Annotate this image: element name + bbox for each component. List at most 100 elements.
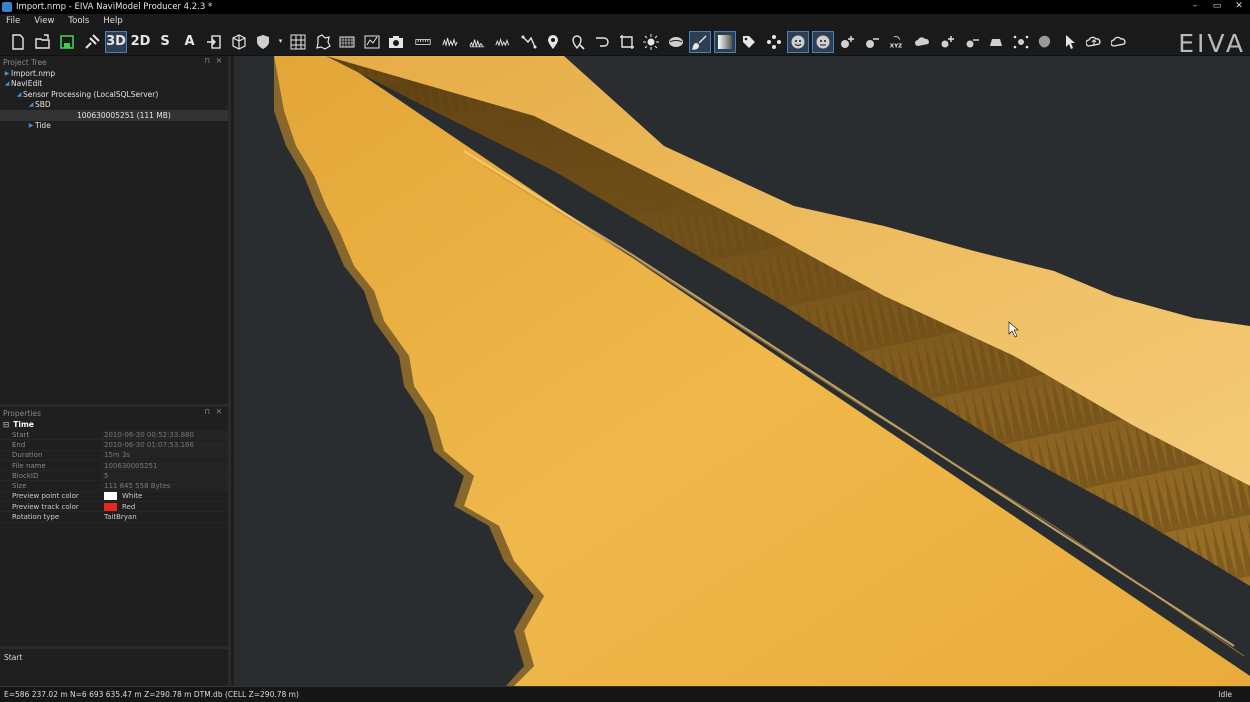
property-row[interactable]: End 2010-06-30 01:07:53.166 [0, 440, 228, 451]
menu-view[interactable]: View [34, 16, 54, 26]
layers-icon[interactable] [666, 32, 686, 52]
property-row[interactable]: BlockID 5 [0, 471, 228, 482]
property-key: Start [12, 430, 30, 439]
xyz-icon[interactable]: XYZ [886, 32, 908, 52]
view-3d-button[interactable]: 3D [105, 30, 127, 53]
spikes-icon[interactable] [439, 32, 461, 52]
ruler-icon[interactable] [411, 32, 435, 52]
remove-cloud-point-icon[interactable] [962, 32, 982, 52]
import-icon[interactable] [204, 32, 224, 52]
satellite-icon[interactable] [82, 32, 102, 52]
collapse-icon[interactable]: ⊟ [3, 420, 9, 429]
cloud-layer-icon[interactable] [913, 32, 933, 52]
tree-item[interactable]: ◢ NaviEdit [0, 79, 228, 90]
map-outline-icon[interactable] [313, 32, 333, 52]
property-group-time[interactable]: ⊟ Time [0, 419, 228, 430]
route-icon[interactable] [519, 32, 539, 52]
minimize-button[interactable]: – [1184, 0, 1206, 14]
new-file-icon[interactable] [8, 32, 28, 52]
cloud-outline-icon[interactable] [1109, 32, 1129, 52]
tree-item[interactable]: 100630005251 (111 MB) [0, 110, 228, 121]
color-swatch[interactable] [104, 502, 117, 511]
property-key: File name [12, 461, 46, 470]
face-neutral-icon[interactable] [811, 30, 834, 53]
close-icon[interactable]: ✕ [216, 56, 222, 65]
brush-icon[interactable] [689, 30, 711, 53]
gradient-icon[interactable] [713, 30, 736, 53]
property-row[interactable]: Preview point color White [0, 492, 228, 503]
property-value-text: 111 845 558 Bytes [104, 482, 171, 491]
pin-search-icon[interactable] [568, 32, 588, 52]
add-point-icon[interactable] [837, 32, 857, 52]
property-value-text: 2010-06-30 00:52:33.880 [104, 430, 194, 439]
tree-item[interactable]: ◢ SBD [0, 100, 228, 111]
tree-item[interactable]: ◢ Sensor Processing (LocalSQLServer) [0, 89, 228, 100]
property-key: Preview track color [12, 502, 79, 511]
property-row[interactable]: Rotation type TaitBryan [0, 512, 228, 523]
add-cloud-point-icon[interactable] [937, 32, 957, 52]
seabed-render[interactable] [234, 56, 1250, 686]
property-row[interactable]: Duration 15m 3s [0, 451, 228, 461]
points-icon[interactable] [764, 32, 784, 52]
properties-header: Properties ⊓ ✕ [0, 407, 228, 419]
tree-item-label: Sensor Processing (LocalSQLServer) [23, 89, 159, 99]
expand-arrow-icon[interactable]: ▶ [27, 122, 35, 129]
pin-icon[interactable] [543, 32, 563, 52]
property-value: 2010-06-30 00:52:33.880 [101, 430, 228, 439]
camera-icon[interactable] [386, 32, 406, 52]
shield-icon[interactable] [253, 32, 273, 52]
spikes-filter-icon[interactable] [466, 32, 488, 52]
close-icon[interactable]: ✕ [216, 407, 222, 416]
pin-icon[interactable]: ⊓ [204, 56, 210, 65]
property-row[interactable]: Preview track color Red [0, 502, 228, 513]
cursor-icon[interactable] [1060, 32, 1080, 52]
close-button[interactable]: ✕ [1228, 0, 1250, 14]
save-icon[interactable] [57, 32, 77, 52]
tag-icon[interactable] [739, 32, 759, 52]
maximize-button[interactable]: ▭ [1206, 0, 1228, 14]
view-2d-button[interactable]: 2D [131, 32, 151, 52]
property-value[interactable]: TaitBryan [101, 513, 228, 521]
menu-tools[interactable]: Tools [68, 16, 89, 26]
scatter-icon[interactable] [1011, 32, 1031, 52]
blob-icon[interactable] [1035, 32, 1055, 52]
expand-arrow-icon[interactable]: ▶ [3, 70, 11, 77]
remove-point-icon[interactable] [862, 32, 882, 52]
view-a-button[interactable]: A [180, 32, 200, 52]
collapse-arrow-icon[interactable]: ◢ [15, 91, 23, 98]
tree-item[interactable]: ▶ Tide [0, 121, 228, 132]
hat-icon[interactable] [986, 32, 1006, 52]
property-value[interactable]: Red [101, 502, 228, 511]
toolbar: 3D 2D S A ▾ XYZ [0, 28, 1250, 56]
collapse-arrow-icon[interactable]: ◢ [27, 101, 35, 108]
project-tree: ▶ Import.nmp ◢ NaviEdit ◢ Sensor Processing (… [0, 68, 228, 398]
grid-icon[interactable] [288, 32, 308, 52]
property-row[interactable]: Start 2010-06-30 00:52:33.880 [0, 430, 228, 441]
3d-viewport[interactable] [234, 56, 1250, 686]
color-swatch[interactable] [104, 492, 117, 501]
face-smile-icon[interactable] [787, 30, 809, 53]
open-file-icon[interactable] [33, 32, 53, 52]
properties-panel: Properties ⊓ ✕ ⊟ Time Start 2010-06-30 00… [0, 404, 228, 644]
tree-item[interactable]: ▶ Import.nmp [0, 68, 228, 79]
menu-file[interactable]: File [6, 16, 20, 26]
menu-help[interactable]: Help [103, 16, 122, 26]
chart-box-icon[interactable] [362, 32, 382, 52]
tree-item-label: Import.nmp [11, 68, 56, 78]
dropdown-arrow-icon[interactable]: ▾ [278, 32, 284, 52]
view-s-button[interactable]: S [155, 32, 175, 52]
property-row[interactable]: Size 111 845 558 Bytes [0, 481, 228, 492]
undo-curve-icon[interactable] [592, 32, 612, 52]
cube-icon[interactable] [229, 32, 249, 52]
properties-title: Properties [3, 408, 41, 418]
tree-item-label: Tide [35, 121, 51, 131]
mesh-icon[interactable] [337, 32, 357, 52]
property-row[interactable]: File name 100630005251 [0, 461, 228, 472]
crop-icon[interactable] [617, 32, 637, 52]
spikes-remove-icon[interactable] [492, 32, 514, 52]
sun-icon[interactable] [641, 32, 661, 52]
collapse-arrow-icon[interactable]: ◢ [3, 80, 11, 87]
property-value[interactable]: White [101, 492, 228, 501]
cloud-upload-icon[interactable] [1084, 32, 1104, 52]
pin-icon[interactable]: ⊓ [204, 407, 210, 416]
